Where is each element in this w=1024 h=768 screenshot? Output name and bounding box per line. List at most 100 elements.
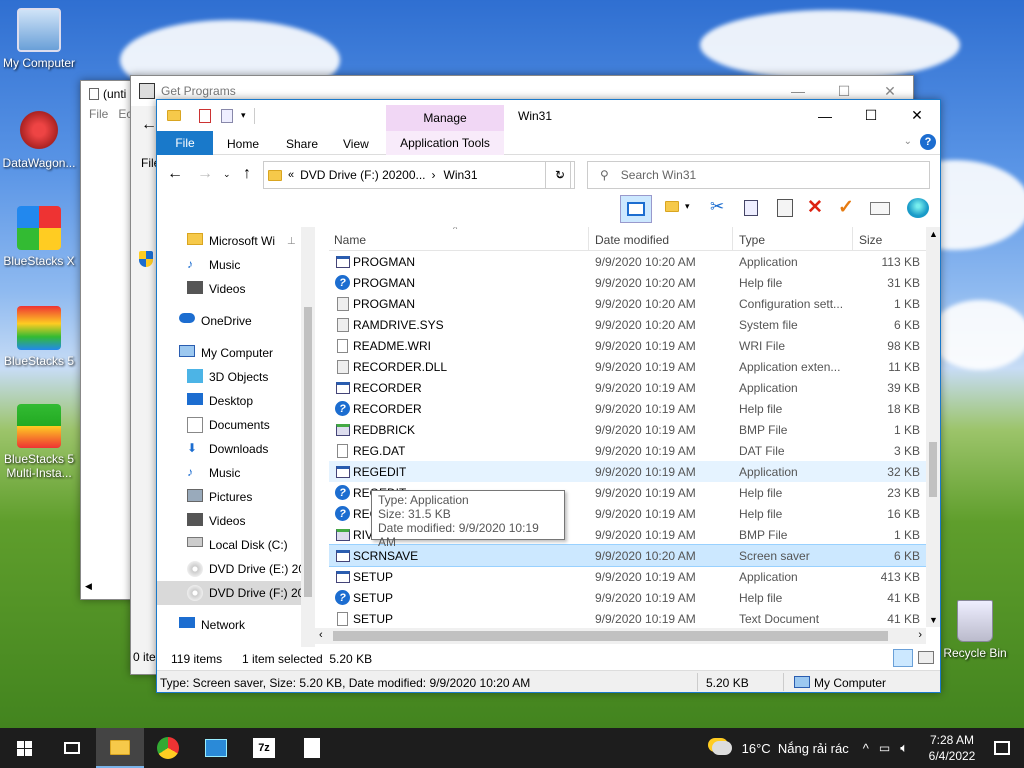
taskbar-notepad[interactable] (288, 728, 336, 768)
table-row[interactable]: PROGMAN 9/9/2020 10:20 AM Application 113 K… (329, 251, 926, 272)
notepad-menu-file[interactable]: File (89, 107, 108, 125)
nav-item-network[interactable]: Network (179, 613, 307, 637)
desktop-icon-bluestacks-5[interactable]: BlueStacks 5 (0, 306, 78, 368)
horizontal-scrollbar-thumb[interactable] (333, 631, 888, 641)
table-row[interactable]: SETUP 9/9/2020 10:19 AM Text Document 41 KB (329, 608, 926, 627)
column-type[interactable]: Type (739, 233, 765, 247)
tab-file[interactable]: File (157, 131, 213, 155)
table-row[interactable]: ? RECORDER 9/9/2020 10:19 AM Help file 18 KB (329, 398, 926, 419)
taskbar-explorer[interactable] (96, 728, 144, 768)
file-list[interactable]: Name ^ Date modified Type Size PROGMAN 9/… (329, 227, 940, 627)
desktop-icon-recycle-bin[interactable]: Recycle Bin (940, 600, 1010, 660)
taskbar-chrome[interactable] (144, 728, 192, 768)
properties-icon[interactable] (870, 202, 890, 215)
tab-view[interactable]: View (343, 137, 369, 151)
volume-icon[interactable]: 🔈︎ (900, 740, 908, 756)
task-view-button[interactable] (48, 728, 96, 768)
table-row[interactable]: REG.DAT 9/9/2020 10:19 AM DAT File 3 KB (329, 440, 926, 461)
qat-new-folder-icon[interactable] (221, 108, 233, 123)
refresh-button[interactable]: ↻ (545, 161, 575, 189)
cut-icon[interactable]: ✂ (710, 197, 724, 217)
table-row[interactable]: SETUP 9/9/2020 10:19 AM Application 413 KB (329, 566, 926, 587)
close-icon[interactable]: ✕ (894, 101, 940, 131)
nav-item-downloads[interactable]: ⬇ Downloads (187, 437, 307, 461)
details-view-icon[interactable] (893, 649, 913, 667)
breadcrumb-win31[interactable]: Win31 (444, 168, 478, 182)
nav-item-videos[interactable]: Videos (187, 509, 307, 533)
desktop-icon-datawagon[interactable]: DataWagon... (0, 108, 78, 170)
recent-dropdown-icon[interactable]: ⌄ (223, 169, 231, 180)
nav-item-videos[interactable]: Videos (187, 277, 307, 301)
new-folder-dropdown-icon[interactable]: ▾ (685, 201, 690, 212)
nav-item-documents[interactable]: Documents (187, 413, 307, 437)
start-button[interactable] (0, 728, 48, 768)
back-icon[interactable]: ← (167, 165, 183, 183)
table-row[interactable]: RECORDER 9/9/2020 10:19 AM Application 39 K… (329, 377, 926, 398)
table-row[interactable]: ? SETUP 9/9/2020 10:19 AM Help file 41 KB (329, 587, 926, 608)
shell-icon[interactable] (907, 198, 929, 218)
get-programs-back-icon[interactable]: ← (141, 116, 157, 134)
maximize-icon[interactable]: ☐ (848, 101, 894, 131)
weather-text[interactable]: 16°C Nắng rải rác (742, 741, 849, 756)
qat-properties-icon[interactable] (199, 108, 211, 123)
notification-icon[interactable] (994, 741, 1010, 755)
tab-share[interactable]: Share (286, 137, 318, 151)
rename-check-icon[interactable]: ✓ (838, 196, 854, 219)
notepad-scroll-left[interactable]: ◀ (85, 581, 99, 593)
paste-icon[interactable] (777, 199, 793, 217)
new-folder-icon[interactable] (665, 201, 679, 212)
column-name[interactable]: Name (334, 233, 366, 247)
ribbon-expand-icon[interactable]: ⌄ (904, 136, 912, 147)
breadcrumb-drive[interactable]: DVD Drive (F:) 20200... (300, 168, 425, 182)
nav-item-dvd-drive-f-20[interactable]: DVD Drive (F:) 20 (157, 581, 307, 605)
scroll-left-icon[interactable]: ‹ (319, 629, 323, 641)
search-input[interactable]: ⚲ Search Win31 (587, 161, 930, 189)
navigation-pane[interactable]: Microsoft Wi ⊥ ♪ Music Videos OneDrive My Comp… (157, 227, 315, 647)
nav-item-local-disk-c[interactable]: Local Disk (C:) (187, 533, 307, 557)
help-icon[interactable]: ? (920, 134, 936, 150)
column-date[interactable]: Date modified (595, 233, 669, 247)
desktop-icon-bluestacks-multi[interactable]: BlueStacks 5 Multi-Insta... (0, 404, 78, 480)
tab-home[interactable]: Home (227, 137, 259, 151)
nav-item-microsoft-wi[interactable]: Microsoft Wi ⊥ (187, 229, 307, 253)
tab-application-tools[interactable]: Application Tools (386, 131, 504, 155)
taskbar-7zip[interactable]: 7z (240, 728, 288, 768)
nav-scrollbar[interactable] (301, 227, 315, 647)
nav-item-onedrive[interactable]: OneDrive (179, 309, 307, 333)
copy-icon[interactable] (744, 200, 758, 216)
address-bar[interactable]: « DVD Drive (F:) 20200... › Win31 ⌄ (263, 161, 571, 189)
scroll-down-icon[interactable]: ▼ (929, 615, 938, 625)
table-row[interactable]: RECORDER.DLL 9/9/2020 10:19 AM Application… (329, 356, 926, 377)
nav-item-desktop[interactable]: Desktop (187, 389, 307, 413)
scroll-up-icon[interactable]: ▲ (929, 229, 938, 239)
forward-icon[interactable]: → (197, 165, 213, 183)
vertical-scrollbar[interactable]: ▲ ▼ (926, 227, 940, 627)
network-icon[interactable]: ▭ (879, 741, 890, 755)
scroll-right-icon[interactable]: › (918, 629, 922, 641)
table-row[interactable]: README.WRI 9/9/2020 10:19 AM WRI File 98 KB (329, 335, 926, 356)
horizontal-scrollbar[interactable]: ‹ › (315, 628, 926, 644)
table-row[interactable]: REDBRICK 9/9/2020 10:19 AM BMP File 1 KB (329, 419, 926, 440)
table-row[interactable]: ? PROGMAN 9/9/2020 10:20 AM Help file 31 KB (329, 272, 926, 293)
table-row[interactable]: RAMDRIVE.SYS 9/9/2020 10:20 AM System file… (329, 314, 926, 335)
column-size[interactable]: Size (859, 233, 882, 247)
nav-item-my-computer[interactable]: My Computer (179, 341, 307, 365)
nav-item-dvd-drive-e-20[interactable]: DVD Drive (E:) 20 (187, 557, 307, 581)
nav-item-music[interactable]: ♪ Music (187, 253, 307, 277)
taskbar-control-panel[interactable] (192, 728, 240, 768)
breadcrumb-overflow-icon[interactable]: « (288, 169, 294, 181)
desktop-icon-bluestacks-x[interactable]: BlueStacks X (0, 206, 78, 268)
qat-dropdown-icon[interactable]: ▾ (241, 110, 246, 121)
table-row[interactable]: REGEDIT 9/9/2020 10:19 AM Application 32 KB (329, 461, 926, 482)
vertical-scrollbar-thumb[interactable] (929, 442, 937, 497)
delete-icon[interactable]: ✕ (807, 196, 823, 219)
nav-item-music[interactable]: ♪ Music (187, 461, 307, 485)
table-row[interactable]: PROGMAN 9/9/2020 10:20 AM Configuration se… (329, 293, 926, 314)
nav-scrollbar-thumb[interactable] (304, 307, 312, 597)
large-icons-view-icon[interactable] (918, 651, 934, 664)
clock[interactable]: 7:28 AM 6/4/2022 (920, 732, 984, 764)
chevron-up-icon[interactable]: ^ (863, 741, 869, 756)
explorer-window[interactable]: ▾ Manage Win31 — ☐ ✕ File Home Share Vie… (156, 99, 941, 693)
minimize-icon[interactable]: — (802, 101, 848, 131)
nav-item-3d-objects[interactable]: 3D Objects (187, 365, 307, 389)
